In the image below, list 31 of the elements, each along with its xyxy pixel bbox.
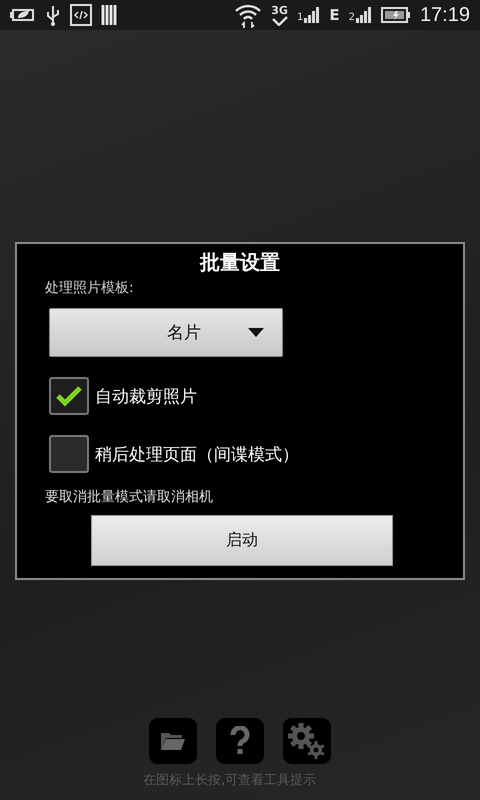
clock: 17:19 [420, 4, 470, 26]
code-icon [70, 4, 92, 26]
signal-icon [304, 7, 320, 23]
sim-number: 2 [348, 12, 355, 23]
help-icon [230, 726, 250, 756]
option-label: 稍后处理页面（间谍模式） [95, 444, 299, 466]
checkbox[interactable] [49, 377, 89, 415]
wifi-icon [234, 2, 262, 28]
network-label: 3G [271, 4, 288, 16]
dialog-title: 批量设置 [198, 249, 281, 276]
battery-icon [380, 7, 411, 23]
folder-icon [160, 731, 186, 751]
settings-button[interactable] [283, 718, 331, 764]
usb-icon [45, 4, 61, 26]
option-label: 自动裁剪照片 [95, 386, 197, 408]
dropdown-caret-icon [248, 328, 264, 337]
template-dropdown[interactable]: 名片 [49, 308, 283, 357]
start-button[interactable]: 启动 [91, 515, 393, 566]
template-label: 处理照片模板: [45, 279, 135, 298]
leaf-icon [10, 6, 36, 24]
settings-icon [287, 722, 327, 760]
checkmark-icon [55, 384, 83, 408]
network-label: E [329, 6, 340, 24]
help-button[interactable] [216, 718, 264, 764]
signal-icon [356, 7, 372, 23]
folder-button[interactable] [149, 718, 197, 764]
hint-text: 要取消批量模式请取消相机 [45, 488, 214, 507]
check-icon [272, 16, 288, 26]
sim-number: 1 [296, 12, 304, 23]
checkbox[interactable] [49, 435, 89, 473]
barcode-icon [101, 4, 119, 26]
